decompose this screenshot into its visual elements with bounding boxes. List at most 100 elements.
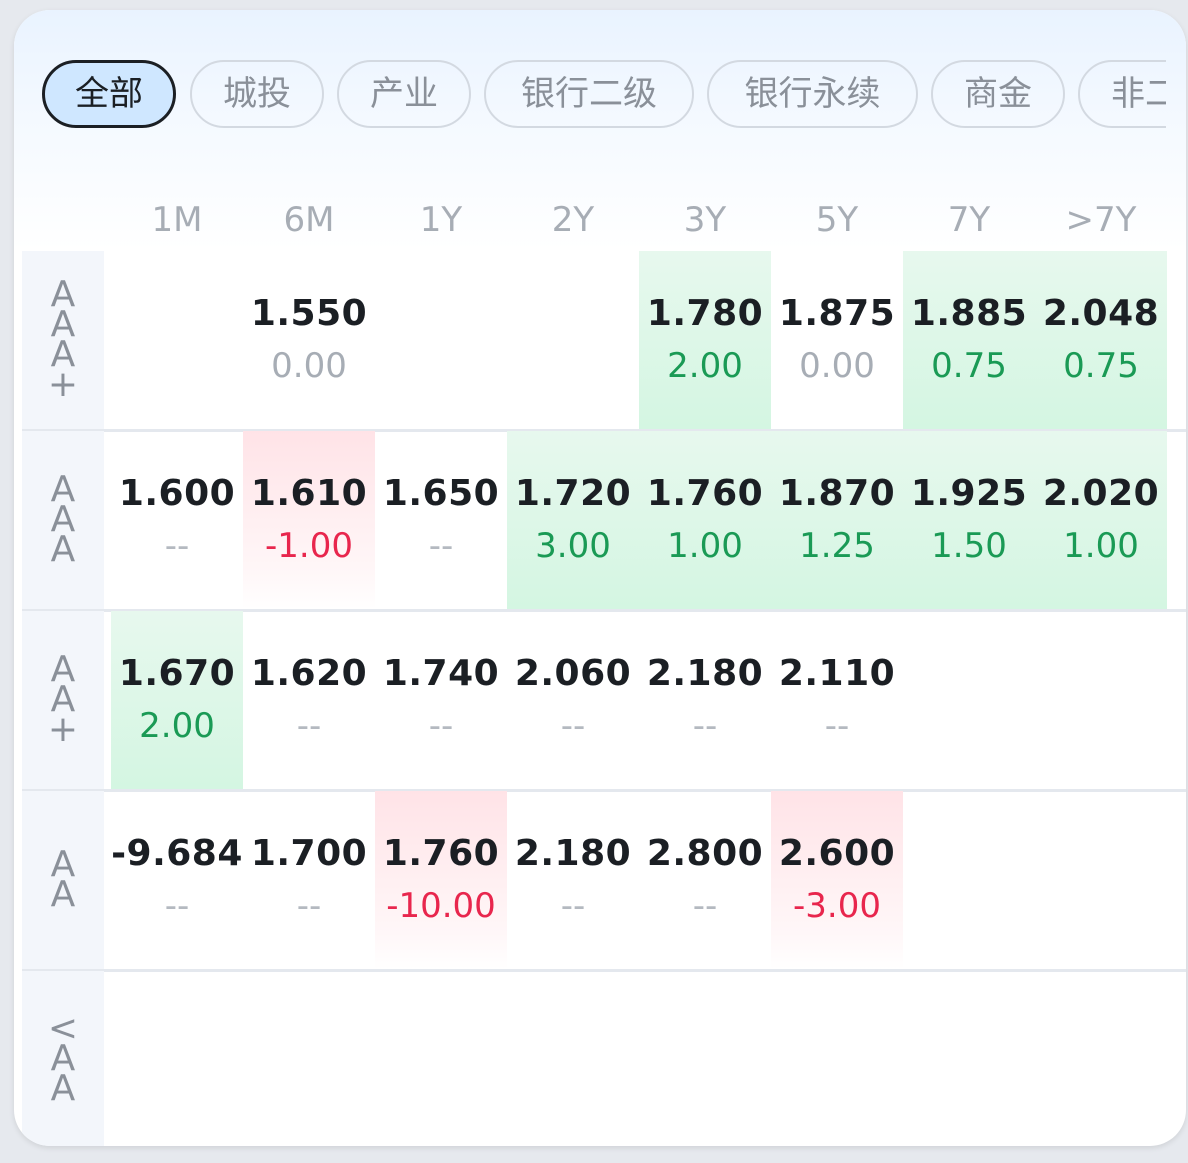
yield-change: 1.50	[931, 526, 1007, 566]
yield-cell[interactable]: 1.670 2.00	[111, 611, 243, 789]
column-header: 1M	[151, 200, 203, 240]
yield-cell[interactable]: 2.110 --	[771, 611, 903, 789]
rating-label: < A A	[22, 971, 104, 1146]
rating-label-char: A	[50, 529, 76, 570]
yield-cell[interactable]: 1.600 --	[111, 431, 243, 609]
rating-label: A A A +	[22, 251, 104, 429]
yield-value: 1.620	[250, 653, 368, 694]
yield-cell[interactable]: -9.684 --	[111, 791, 243, 969]
yield-change: --	[428, 526, 454, 566]
yield-value: 1.550	[250, 293, 368, 334]
yield-value: 1.700	[250, 833, 368, 874]
yield-value: 1.720	[514, 473, 632, 514]
yield-cell[interactable]: 2.180 --	[639, 611, 771, 789]
yield-value: 1.600	[118, 473, 236, 514]
tab-2[interactable]: 产业	[337, 60, 471, 128]
tab-3[interactable]: 银行二级	[484, 60, 694, 128]
yield-change: -3.00	[793, 886, 881, 926]
yield-cell[interactable]: 1.650 --	[375, 431, 507, 609]
yield-cell[interactable]: 2.800 --	[639, 791, 771, 969]
yield-value: 2.180	[646, 653, 764, 694]
yield-cell[interactable]: 1.780 2.00	[639, 251, 771, 429]
tab-0[interactable]: 全部	[42, 60, 176, 128]
yield-value: 2.048	[1042, 293, 1160, 334]
rating-label: AA	[22, 791, 104, 969]
yield-cell[interactable]: 1.620 --	[243, 611, 375, 789]
bond-type-tabs: 全部 城投 产业 银行二级 银行永续 商金 非二	[42, 60, 1166, 132]
yield-cell[interactable]: 2.060 --	[507, 611, 639, 789]
yield-cell[interactable]: 1.740 --	[375, 611, 507, 789]
column-header: 2Y	[551, 200, 595, 240]
rating-label-char: A	[50, 874, 76, 915]
yield-change: 0.75	[931, 346, 1007, 386]
yield-value: 1.925	[910, 473, 1028, 514]
yield-cell[interactable]: 1.700 --	[243, 791, 375, 969]
yield-change: --	[560, 886, 586, 926]
tab-1[interactable]: 城投	[190, 60, 324, 128]
yield-change: 1.25	[799, 526, 875, 566]
yield-change: --	[692, 706, 718, 746]
yield-cell[interactable]: 1.760 -10.00	[375, 791, 507, 969]
yield-change: --	[824, 706, 850, 746]
column-header: 3Y	[683, 200, 727, 240]
column-header: 5Y	[815, 200, 859, 240]
yield-cell[interactable]: 1.550 0.00	[243, 251, 375, 429]
yield-cell[interactable]: 1.875 0.00	[771, 251, 903, 429]
yield-cell[interactable]: 2.600 -3.00	[771, 791, 903, 969]
yield-change: --	[428, 706, 454, 746]
yield-value: 1.780	[646, 293, 764, 334]
yield-value: 2.020	[1042, 473, 1160, 514]
rating-yield-card: 全部 城投 产业 银行二级 银行永续 商金 非二 1M 6M 1Y 2Y 3Y 5Y 7Y >7Y A A A +…	[14, 10, 1186, 1146]
yield-cell[interactable]: 1.760 1.00	[639, 431, 771, 609]
row-divider	[22, 969, 1186, 972]
yield-change: --	[296, 886, 322, 926]
column-header: >7Y	[1065, 200, 1137, 240]
yield-change: 3.00	[535, 526, 611, 566]
tab-5[interactable]: 商金	[931, 60, 1065, 128]
yield-cell[interactable]: 2.180 --	[507, 791, 639, 969]
yield-value: 1.870	[778, 473, 896, 514]
yield-value: -9.684	[111, 833, 243, 874]
yield-change: 2.00	[139, 706, 215, 746]
rating-label: A A +	[22, 611, 104, 789]
yield-value: 1.875	[778, 293, 896, 334]
yield-change: -10.00	[386, 886, 496, 926]
yield-value: 1.885	[910, 293, 1028, 334]
yield-change: 0.00	[271, 346, 347, 386]
yield-cell[interactable]: 1.610 -1.00	[243, 431, 375, 609]
yield-change: 0.75	[1063, 346, 1139, 386]
yield-value: 2.180	[514, 833, 632, 874]
yield-change: 1.00	[1063, 526, 1139, 566]
yield-change: --	[296, 706, 322, 746]
yield-change: 2.00	[667, 346, 743, 386]
column-header: 7Y	[947, 200, 991, 240]
yield-change: 1.00	[667, 526, 743, 566]
yield-value: 1.650	[382, 473, 500, 514]
yield-change: -1.00	[265, 526, 353, 566]
rating-label-char: A	[50, 1067, 76, 1109]
yield-value: 1.760	[382, 833, 500, 874]
yield-change: 0.00	[799, 346, 875, 386]
tab-4[interactable]: 银行永续	[707, 60, 918, 128]
yield-cell[interactable]: 2.048 0.75	[1035, 251, 1167, 429]
yield-cell[interactable]: 2.020 1.00	[1035, 431, 1167, 609]
yield-value: 1.740	[382, 653, 500, 694]
yield-value: 1.610	[250, 473, 368, 514]
yield-cell[interactable]: 1.885 0.75	[903, 251, 1035, 429]
yield-change: --	[164, 886, 190, 926]
yield-value: 2.110	[778, 653, 896, 694]
yield-value: 1.760	[646, 473, 764, 514]
tab-6[interactable]: 非二	[1078, 60, 1166, 128]
yield-value: 2.600	[778, 833, 896, 874]
yield-cell[interactable]: 1.870 1.25	[771, 431, 903, 609]
column-header: 1Y	[419, 200, 463, 240]
yield-value: 1.670	[118, 653, 236, 694]
yield-change: --	[164, 526, 190, 566]
rating-label-char: +	[47, 709, 79, 750]
yield-value: 2.800	[646, 833, 764, 874]
yield-change: --	[692, 886, 718, 926]
yield-cell[interactable]: 1.925 1.50	[903, 431, 1035, 609]
yield-cell[interactable]: 1.720 3.00	[507, 431, 639, 609]
column-header: 6M	[283, 200, 335, 240]
yield-change: --	[560, 706, 586, 746]
